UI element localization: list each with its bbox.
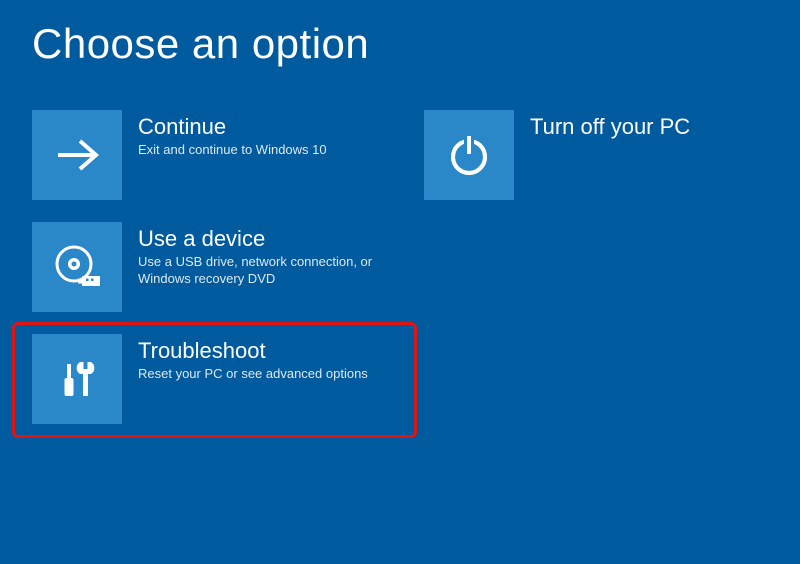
device-title: Use a device bbox=[138, 226, 388, 252]
troubleshoot-desc: Reset your PC or see advanced options bbox=[138, 366, 368, 383]
troubleshoot-title: Troubleshoot bbox=[138, 338, 368, 364]
turnoff-tile[interactable]: Turn off your PC bbox=[424, 110, 800, 200]
device-tile[interactable]: Use a device Use a USB drive, network co… bbox=[32, 222, 412, 312]
turnoff-text: Turn off your PC bbox=[530, 110, 690, 142]
continue-icon bbox=[32, 110, 122, 200]
continue-title: Continue bbox=[138, 114, 327, 140]
continue-desc: Exit and continue to Windows 10 bbox=[138, 142, 327, 159]
turnoff-title: Turn off your PC bbox=[530, 114, 690, 140]
continue-tile[interactable]: Continue Exit and continue to Windows 10 bbox=[32, 110, 412, 200]
troubleshoot-tile[interactable]: Troubleshoot Reset your PC or see advanc… bbox=[32, 334, 412, 424]
troubleshoot-icon bbox=[32, 334, 122, 424]
device-icon bbox=[32, 222, 122, 312]
options-grid: Continue Exit and continue to Windows 10… bbox=[32, 110, 800, 424]
continue-text: Continue Exit and continue to Windows 10 bbox=[138, 110, 327, 159]
page-title: Choose an option bbox=[0, 0, 800, 68]
troubleshoot-text: Troubleshoot Reset your PC or see advanc… bbox=[138, 334, 368, 383]
power-icon bbox=[444, 130, 494, 180]
device-desc: Use a USB drive, network connection, or … bbox=[138, 254, 388, 288]
arrow-right-icon bbox=[52, 130, 102, 180]
device-text: Use a device Use a USB drive, network co… bbox=[138, 222, 388, 288]
turnoff-icon bbox=[424, 110, 514, 200]
disc-usb-icon bbox=[50, 240, 104, 294]
tools-icon bbox=[52, 354, 102, 404]
